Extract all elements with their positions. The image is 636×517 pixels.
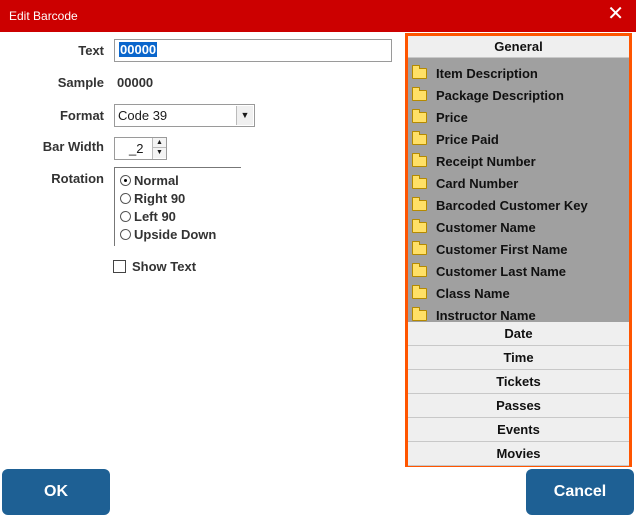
radio-icon[interactable] (120, 192, 131, 204)
list-item-label: Price Paid (436, 131, 499, 147)
sample-label: Sample (57, 75, 104, 90)
bar-width-value: _2 (129, 141, 144, 156)
rotation-option-label: Normal (134, 172, 179, 188)
radio-icon[interactable] (120, 210, 131, 222)
ok-button[interactable]: OK (2, 469, 110, 515)
list-item-label: Customer Name (436, 219, 536, 235)
format-label: Format (59, 108, 104, 123)
folder-icon (412, 108, 427, 123)
radio-icon[interactable] (120, 228, 131, 240)
stepper-down-icon[interactable]: ▼ (153, 148, 166, 158)
text-input[interactable]: 00000 (114, 39, 392, 62)
field-panel: General Item Description Package Descrip… (405, 33, 632, 467)
list-item-label: Price (436, 109, 468, 125)
rotation-option-upside-down[interactable]: Upside Down (115, 225, 241, 243)
section-general[interactable]: General (408, 36, 629, 58)
folder-icon (412, 284, 427, 299)
folder-icon (412, 64, 427, 79)
rotation-radio-group: Normal Right 90 Left 90 Upside Down (114, 167, 241, 246)
section-date[interactable]: Date (408, 322, 629, 346)
folder-icon (412, 86, 427, 101)
section-movies[interactable]: Movies (408, 442, 629, 466)
list-item-label: Customer First Name (436, 241, 568, 257)
section-tickets[interactable]: Tickets (408, 370, 629, 394)
folder-icon (412, 130, 427, 145)
list-item[interactable]: Customer First Name (408, 238, 629, 260)
title-bar: Edit Barcode ✕ (0, 0, 636, 32)
folder-icon (412, 196, 427, 211)
text-label: Text (78, 43, 104, 58)
folder-icon (412, 174, 427, 189)
list-item-label: Barcoded Customer Key (436, 197, 588, 213)
list-item[interactable]: Customer Name (408, 216, 629, 238)
format-select[interactable]: Code 39 ▼ (114, 104, 255, 127)
list-item-label: Class Name (436, 285, 510, 301)
rotation-option-left-90[interactable]: Left 90 (115, 207, 241, 225)
text-input-value: 00000 (119, 42, 158, 57)
list-item-label: Receipt Number (436, 153, 536, 169)
list-item[interactable]: Price (408, 106, 629, 128)
rotation-option-label: Right 90 (134, 190, 186, 206)
folder-icon (412, 152, 427, 167)
list-item-label: Customer Last Name (436, 263, 567, 279)
chevron-down-icon[interactable]: ▼ (236, 106, 253, 125)
folder-icon (412, 218, 427, 233)
list-item[interactable]: Customer Last Name (408, 260, 629, 282)
list-item[interactable]: Receipt Number (408, 150, 629, 172)
bar-width-stepper[interactable]: _2 ▲ ▼ (114, 137, 167, 160)
section-events[interactable]: Events (408, 418, 629, 442)
section-time[interactable]: Time (408, 346, 629, 370)
show-text-checkbox[interactable] (113, 260, 126, 273)
list-item-label: Instructor Name (436, 307, 536, 323)
rotation-option-right-90[interactable]: Right 90 (115, 189, 241, 207)
folder-icon (412, 240, 427, 255)
list-item-label: Card Number (436, 175, 519, 191)
cancel-button[interactable]: Cancel (526, 469, 634, 515)
list-item[interactable]: Card Number (408, 172, 629, 194)
list-item[interactable]: Price Paid (408, 128, 629, 150)
list-item[interactable]: Class Name (408, 282, 629, 304)
sample-value: 00000 (117, 75, 154, 90)
close-icon[interactable]: ✕ (607, 4, 624, 24)
show-text-checkbox-row[interactable]: Show Text (113, 259, 196, 274)
rotation-option-normal[interactable]: Normal (115, 171, 241, 189)
general-field-list: Item Description Package Description Pri… (408, 58, 629, 323)
list-item[interactable]: Package Description (408, 84, 629, 106)
list-item-label: Package Description (436, 87, 564, 103)
window-title: Edit Barcode (9, 9, 78, 23)
rotation-option-label: Left 90 (134, 208, 176, 224)
format-select-value: Code 39 (118, 108, 168, 123)
section-passes[interactable]: Passes (408, 394, 629, 418)
folder-icon (412, 262, 427, 277)
list-item[interactable]: Barcoded Customer Key (408, 194, 629, 216)
show-text-label: Show Text (132, 259, 197, 274)
radio-selected-icon[interactable] (120, 174, 131, 186)
list-item-label: Item Description (436, 65, 538, 81)
rotation-option-label: Upside Down (134, 226, 217, 242)
stepper-up-icon[interactable]: ▲ (153, 138, 166, 148)
list-item[interactable]: Item Description (408, 62, 629, 84)
folder-icon (412, 306, 427, 321)
rotation-label: Rotation (51, 171, 104, 186)
bar-width-label: Bar Width (42, 139, 104, 154)
